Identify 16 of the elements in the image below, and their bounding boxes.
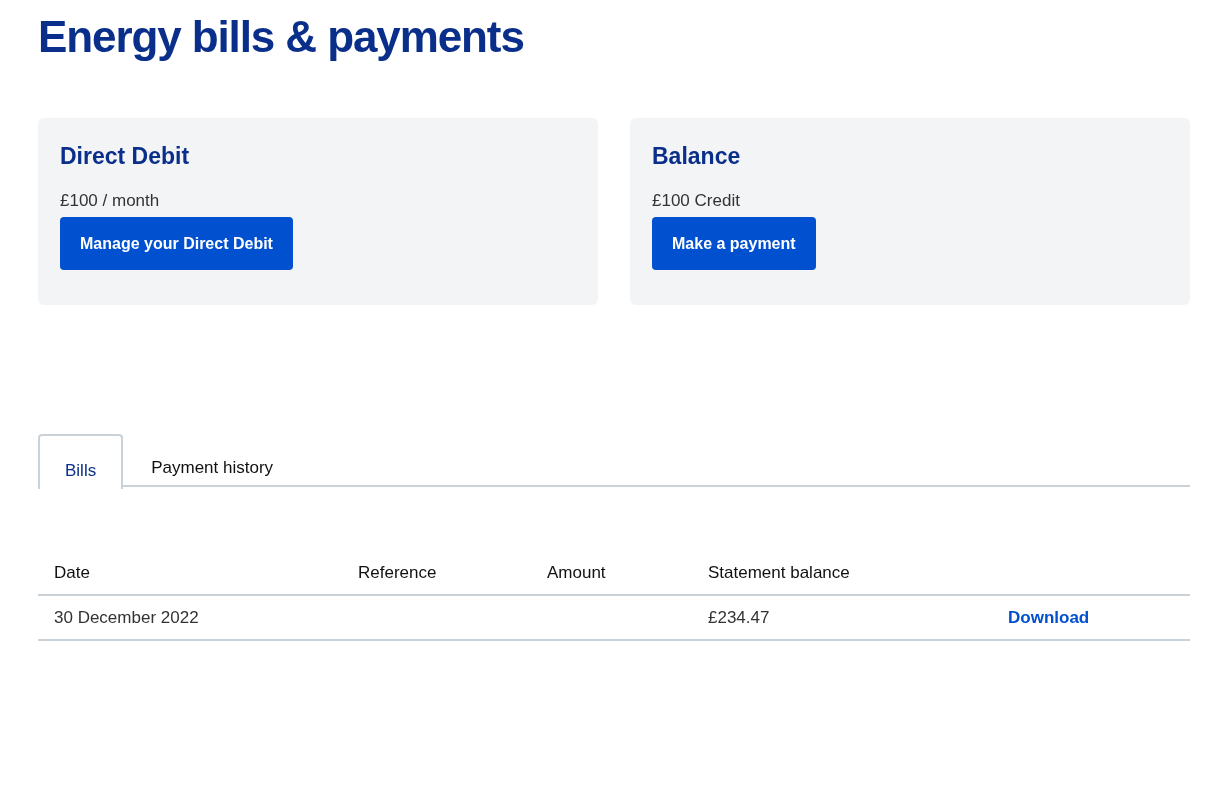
card-value: £100 Credit — [652, 190, 740, 212]
card-value: £100 / month — [60, 190, 160, 212]
card-title: Direct Debit — [60, 142, 190, 170]
column-header: Date — [54, 562, 90, 582]
column-header: Reference — [358, 562, 437, 582]
card-button[interactable]: Manage your Direct Debit — [60, 217, 293, 270]
tab[interactable]: Bills — [38, 434, 124, 489]
card-title: Balance — [652, 142, 741, 170]
table-cell: £234.47 — [708, 607, 770, 627]
page-title: Energy bills & payments — [38, 11, 524, 63]
download-link[interactable]: Download — [1008, 607, 1090, 627]
column-header: Statement balance — [708, 562, 850, 582]
tab[interactable]: Payment history — [123, 434, 302, 485]
column-header: Amount — [547, 562, 606, 582]
table-cell: 30 December 2022 — [54, 607, 199, 627]
card-button[interactable]: Make a payment — [652, 217, 816, 270]
